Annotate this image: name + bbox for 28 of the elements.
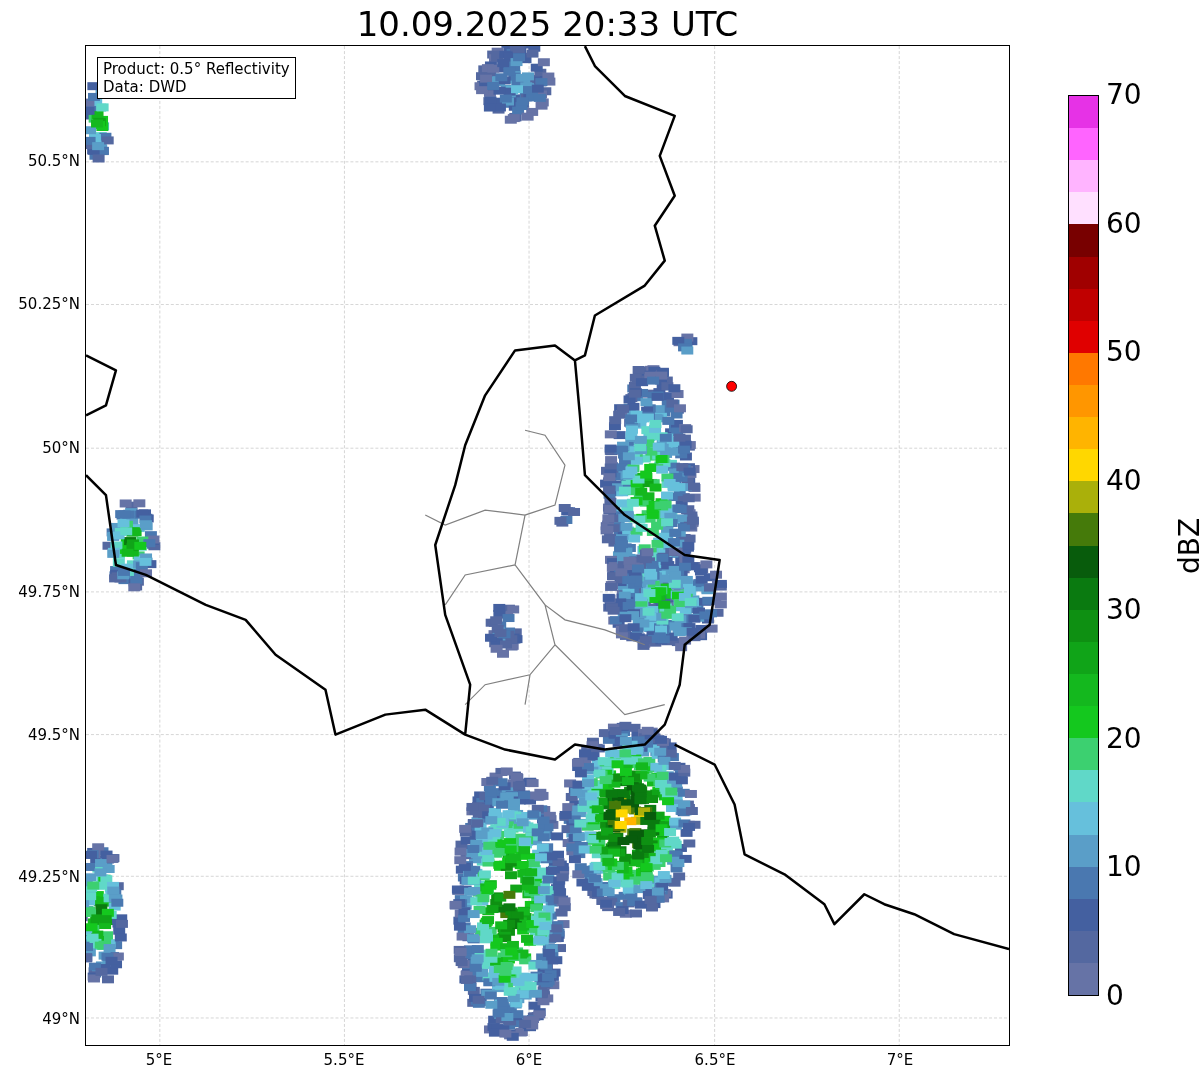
y-tick-label: 50.25°N bbox=[18, 294, 80, 314]
y-tick-label: 49.25°N bbox=[18, 867, 80, 887]
legend-text: Product: 0.5° Reflectivity bbox=[103, 60, 290, 78]
x-tick-label: 6°E bbox=[515, 1050, 543, 1070]
radar-site-marker bbox=[726, 380, 737, 392]
colorbar-tick-label: 40 bbox=[1106, 465, 1142, 498]
y-tick-label: 49.75°N bbox=[18, 582, 80, 602]
x-tick-label: 6.5°E bbox=[694, 1050, 736, 1070]
radar-echo bbox=[554, 504, 580, 527]
colorbar-tick-label: 0 bbox=[1106, 980, 1124, 1012]
radar-echo bbox=[672, 333, 698, 355]
colorbar-tick-label: 20 bbox=[1106, 722, 1142, 755]
radar-echo bbox=[485, 603, 523, 658]
chart-title: 10.09.2025 20:33 UTC bbox=[355, 4, 740, 44]
colorbar-tick-label: 60 bbox=[1106, 207, 1142, 240]
legend-text: Data: DWD bbox=[103, 78, 188, 96]
colorbar-tick-label: 50 bbox=[1106, 336, 1142, 369]
colorbar-tick-label: 70 bbox=[1106, 79, 1142, 111]
y-tick-label: 49°N bbox=[42, 1009, 80, 1029]
y-tick-label: 49.5°N bbox=[27, 725, 80, 745]
colorbar-tick-label: 30 bbox=[1106, 593, 1142, 626]
x-tick-label: 5°E bbox=[145, 1050, 173, 1070]
colorbar-label: dBZ bbox=[1174, 517, 1202, 575]
x-tick-label: 7°E bbox=[886, 1050, 914, 1070]
colorbar-tick-label: 10 bbox=[1106, 851, 1142, 884]
x-tick-label: 5.5°E bbox=[323, 1050, 365, 1070]
y-tick-label: 50.5°N bbox=[27, 151, 80, 171]
y-tick-label: 50°N bbox=[42, 438, 80, 458]
